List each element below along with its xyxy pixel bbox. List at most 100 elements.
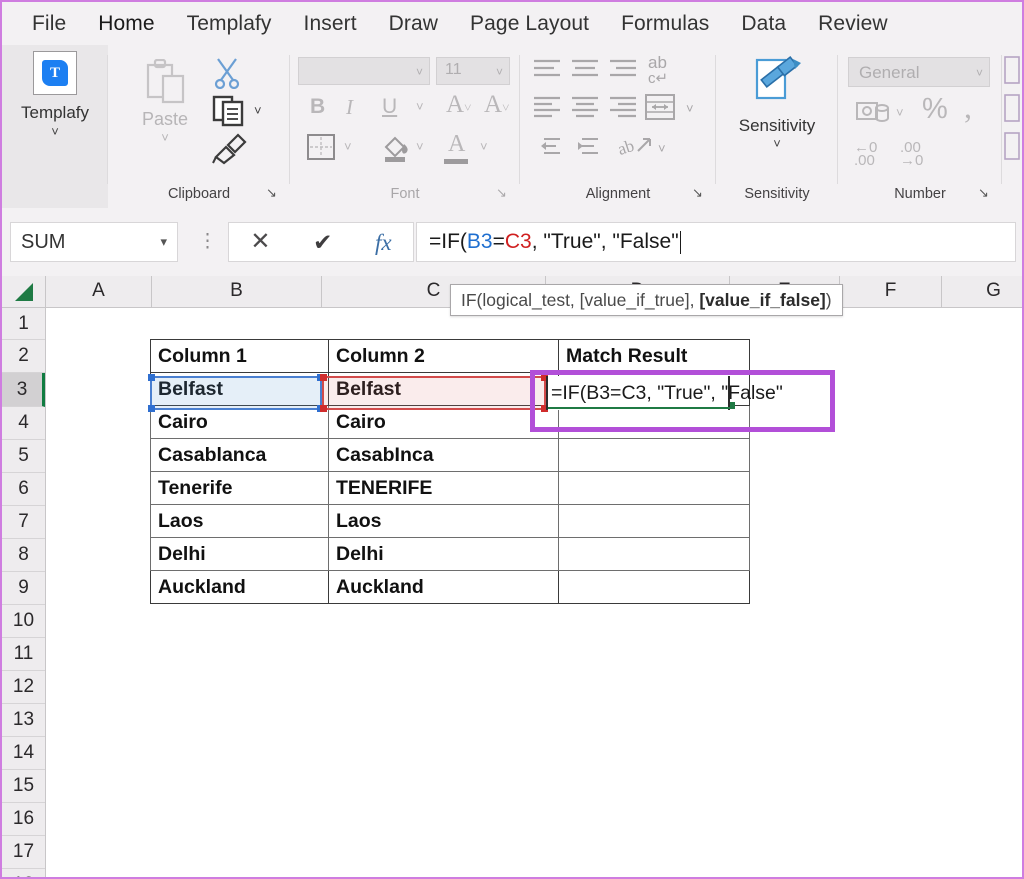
cell-d9[interactable]: [558, 570, 750, 604]
font-name-chevron-down-icon[interactable]: ˅: [416, 65, 423, 79]
cell-b5[interactable]: Casablanca: [150, 438, 329, 472]
format-painter-icon[interactable]: [212, 133, 248, 165]
underline-button[interactable]: U: [382, 95, 397, 119]
ref-handle[interactable]: [320, 405, 327, 412]
font-size-input[interactable]: 11 ˅: [436, 57, 510, 85]
italic-button[interactable]: I: [346, 95, 353, 120]
formula-bar-more-handle[interactable]: ⋮: [198, 232, 217, 251]
column-header-b[interactable]: B: [152, 276, 322, 307]
comma-style-button[interactable]: ,: [964, 89, 972, 126]
row-header-7[interactable]: 7: [2, 506, 45, 539]
cell-d7[interactable]: [558, 504, 750, 538]
number-dialog-launcher-icon[interactable]: ↘: [978, 186, 992, 200]
column-header-f[interactable]: F: [840, 276, 942, 307]
cell-c8[interactable]: Delhi: [328, 537, 559, 571]
cell-d5[interactable]: [558, 438, 750, 472]
alignment-dialog-launcher-icon[interactable]: ↘: [692, 186, 706, 200]
cut-scissors-icon[interactable]: [212, 57, 242, 89]
borders-icon[interactable]: [306, 133, 336, 161]
paste-button[interactable]: Paste ˅: [126, 59, 204, 145]
ref-handle[interactable]: [148, 405, 155, 412]
row-header-2[interactable]: 2: [2, 340, 45, 373]
row-header-11[interactable]: 11: [2, 638, 45, 671]
increase-decimal-icon[interactable]: ←0.00: [854, 140, 877, 168]
cell-d8[interactable]: [558, 537, 750, 571]
increase-indent-icon[interactable]: [570, 135, 600, 159]
cell-b4[interactable]: Cairo: [150, 405, 329, 439]
font-size-chevron-down-icon[interactable]: ˅: [496, 65, 503, 79]
cell-b6[interactable]: Tenerife: [150, 471, 329, 505]
orientation-icon[interactable]: ab: [618, 133, 654, 161]
cell-c5[interactable]: CasabInca: [328, 438, 559, 472]
ref-handle[interactable]: [320, 374, 327, 381]
decrease-decimal-icon[interactable]: .00 →0: [900, 140, 923, 168]
row-header-16[interactable]: 16: [2, 803, 45, 836]
row-header-4[interactable]: 4: [2, 407, 45, 440]
decrease-indent-icon[interactable]: [532, 135, 562, 159]
row-header-5[interactable]: 5: [2, 440, 45, 473]
cell-b7[interactable]: Laos: [150, 504, 329, 538]
accounting-chevron-down-icon[interactable]: ˅: [896, 105, 904, 120]
align-right-icon[interactable]: [608, 95, 638, 121]
cell-c9[interactable]: Auckland: [328, 570, 559, 604]
accounting-format-icon[interactable]: [856, 99, 890, 127]
row-header-8[interactable]: 8: [2, 539, 45, 572]
align-left-icon[interactable]: [532, 95, 562, 121]
font-color-chevron-down-icon[interactable]: ˅: [480, 139, 488, 154]
tab-page-layout[interactable]: Page Layout: [454, 8, 605, 40]
ref-handle[interactable]: [148, 374, 155, 381]
orientation-chevron-down-icon[interactable]: ˅: [658, 141, 666, 156]
tab-insert[interactable]: Insert: [288, 8, 373, 40]
close-x-icon[interactable]: ✕: [250, 230, 270, 254]
increase-font-size-icon[interactable]: A˅: [446, 91, 471, 119]
tab-file[interactable]: File: [16, 8, 82, 40]
row-header-3[interactable]: 3: [2, 373, 45, 407]
tab-review[interactable]: Review: [802, 8, 903, 40]
tab-home[interactable]: Home: [82, 8, 170, 48]
cell-c4[interactable]: Cairo: [328, 405, 559, 439]
row-header-15[interactable]: 15: [2, 770, 45, 803]
copy-chevron-down-icon[interactable]: ˅: [254, 103, 262, 118]
fx-icon[interactable]: fx: [375, 231, 392, 254]
font-dialog-launcher-icon[interactable]: ↘: [496, 186, 510, 200]
row-header-14[interactable]: 14: [2, 737, 45, 770]
check-icon[interactable]: ✔: [313, 230, 332, 254]
borders-chevron-down-icon[interactable]: ˅: [344, 139, 352, 154]
decrease-font-size-icon[interactable]: A˅: [484, 91, 509, 119]
fill-color-chevron-down-icon[interactable]: ˅: [416, 139, 424, 154]
row-header-10[interactable]: 10: [2, 605, 45, 638]
cell-c6[interactable]: TENERIFE: [328, 471, 559, 505]
align-center-icon[interactable]: [570, 95, 600, 121]
cell-b8[interactable]: Delhi: [150, 537, 329, 571]
row-header-9[interactable]: 9: [2, 572, 45, 605]
align-top-icon[interactable]: [532, 57, 562, 81]
sensitivity-button[interactable]: Sensitivity ˅: [716, 55, 838, 151]
align-middle-icon[interactable]: [570, 57, 600, 81]
formula-input[interactable]: =IF(B3 = C3, "True", "False": [416, 222, 1016, 262]
merge-and-center-icon[interactable]: [644, 93, 676, 121]
fill-color-icon[interactable]: [380, 131, 412, 163]
wrap-text-icon[interactable]: ab c↵: [648, 54, 668, 86]
cell-c7[interactable]: Laos: [328, 504, 559, 538]
number-format-select[interactable]: General ˅: [848, 57, 990, 87]
clipboard-dialog-launcher-icon[interactable]: ↘: [266, 186, 280, 200]
cell-d6[interactable]: [558, 471, 750, 505]
row-header-1[interactable]: 1: [2, 308, 45, 340]
font-name-input[interactable]: ˅: [298, 57, 430, 85]
conditional-formatting-icon[interactable]: [1004, 55, 1020, 175]
underline-chevron-down-icon[interactable]: ˅: [416, 99, 424, 114]
select-all-button[interactable]: [2, 276, 46, 307]
tab-draw[interactable]: Draw: [373, 8, 454, 40]
sensitivity-chevron-down-icon[interactable]: ˅: [716, 136, 838, 151]
row-header-6[interactable]: 6: [2, 473, 45, 506]
name-box[interactable]: SUM ▾: [10, 222, 178, 262]
tab-formulas[interactable]: Formulas: [605, 8, 725, 40]
row-header-12[interactable]: 12: [2, 671, 45, 704]
row-header-17[interactable]: 17: [2, 836, 45, 869]
tab-templafy[interactable]: Templafy: [171, 8, 288, 40]
chevron-down-icon[interactable]: ˅: [2, 124, 108, 139]
row-header-18[interactable]: 18: [2, 869, 45, 877]
paste-chevron-down-icon[interactable]: ˅: [126, 130, 204, 145]
copy-icon[interactable]: [212, 95, 246, 127]
number-format-chevron-down-icon[interactable]: ˅: [976, 66, 983, 80]
